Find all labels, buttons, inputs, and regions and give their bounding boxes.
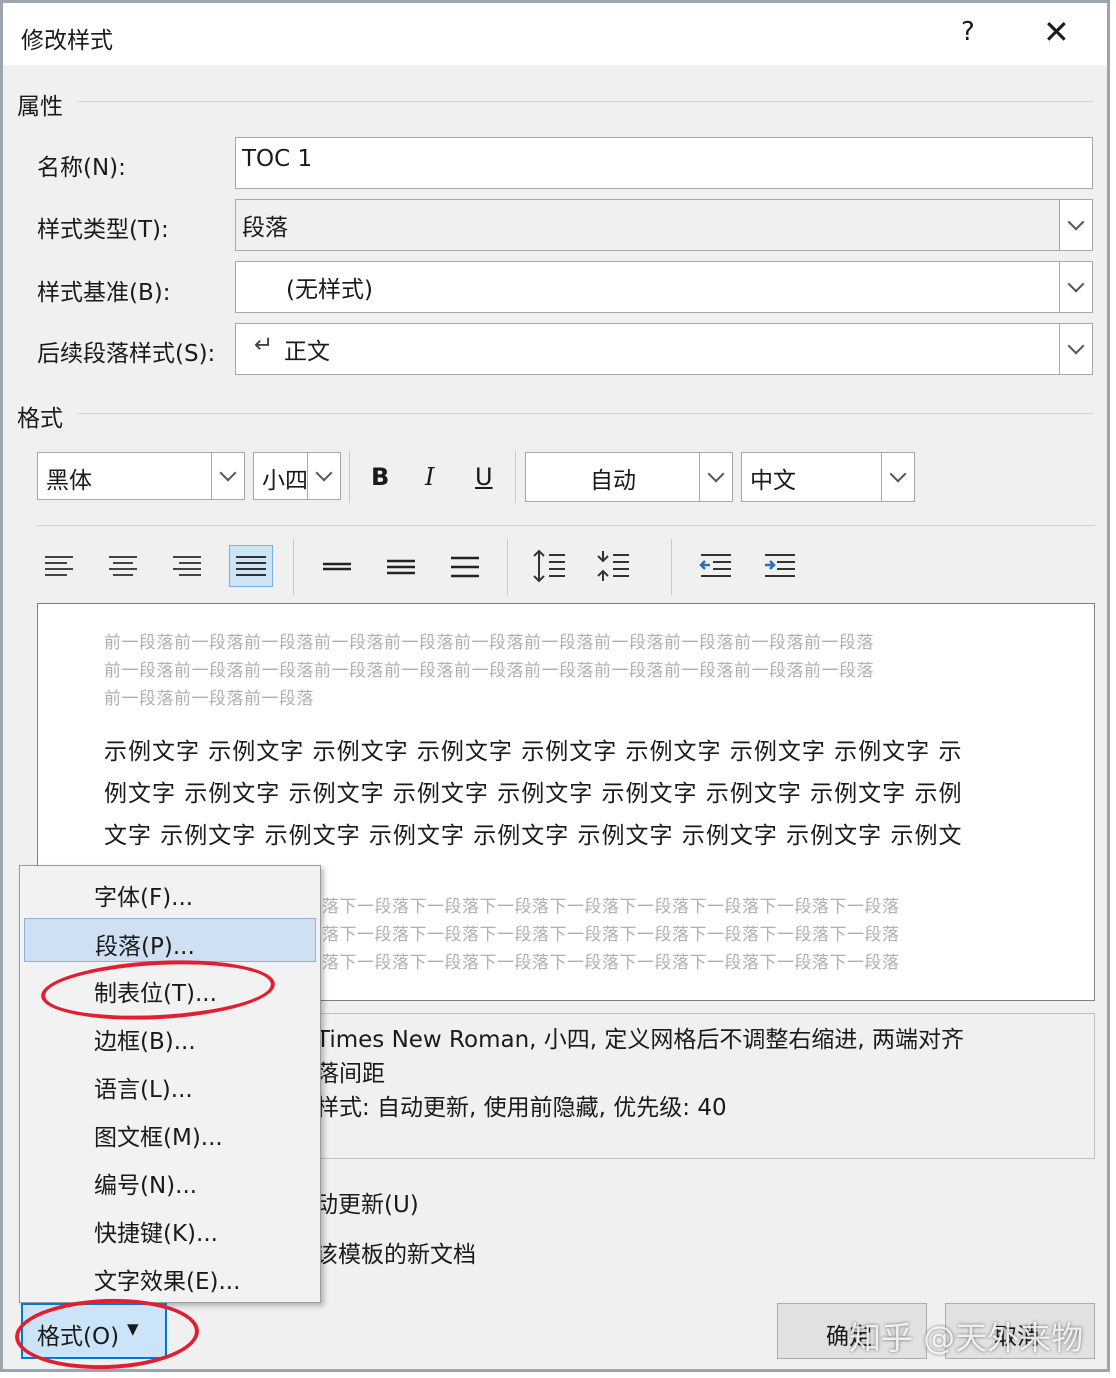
decrease-indent-icon[interactable] bbox=[693, 545, 737, 587]
space-before-icon[interactable] bbox=[527, 545, 571, 587]
next-paragraph-line: 落下一段落下一段落下一段落下一段落下一段落下一段落下一段落下一段落 bbox=[322, 897, 900, 917]
chevron-down-icon[interactable] bbox=[881, 453, 914, 501]
font-size-select[interactable]: 小四 bbox=[253, 452, 341, 500]
font-color-value: 自动 bbox=[590, 468, 636, 494]
double-spacing-icon[interactable] bbox=[443, 545, 487, 587]
menu-item-language[interactable]: 语言(L)... bbox=[24, 1062, 316, 1106]
italic-button[interactable]: I bbox=[425, 463, 434, 491]
align-right-icon[interactable] bbox=[163, 545, 207, 587]
help-button[interactable]: ? bbox=[961, 17, 975, 47]
previous-paragraph-line: 前一段落前一段落前一段落前一段落前一段落前一段落前一段落前一段落前一段落前一段落… bbox=[104, 661, 874, 681]
style-type-label: 样式类型(T): bbox=[37, 217, 169, 243]
font-value: 黑体 bbox=[46, 468, 92, 494]
style-based-on-value: (无样式) bbox=[286, 277, 373, 303]
dialog-title: 修改样式 bbox=[21, 28, 113, 54]
style-based-on-select[interactable]: (无样式) bbox=[235, 261, 1093, 313]
toolbar-separator bbox=[349, 451, 350, 503]
toolbar-separator bbox=[671, 539, 672, 595]
increase-indent-icon[interactable] bbox=[757, 545, 801, 587]
toolbar-separator bbox=[507, 539, 508, 595]
one-half-spacing-icon[interactable] bbox=[379, 545, 423, 587]
align-justify-icon[interactable] bbox=[229, 545, 273, 587]
new-documents-radio-label[interactable]: 该模板的新文档 bbox=[315, 1235, 476, 1269]
sample-text-line: 示例文字 示例文字 示例文字 示例文字 示例文字 示例文字 示例文字 示例文字 … bbox=[104, 739, 963, 765]
menu-item-label: 文字效果(E)... bbox=[94, 1269, 241, 1295]
next-style-select[interactable]: ↵ 正文 bbox=[235, 323, 1093, 375]
toolbar-divider bbox=[37, 525, 1095, 526]
menu-item-label: 边框(B)... bbox=[94, 1029, 196, 1055]
description-line: Times New Roman, 小四, 定义网格后不调整右缩进, 两端对齐 bbox=[316, 1027, 965, 1053]
toolbar-separator bbox=[515, 451, 516, 503]
menu-item-label: 字体(F)... bbox=[94, 885, 194, 911]
single-spacing-icon[interactable] bbox=[315, 545, 359, 587]
format-dropdown-menu: 字体(F)... 段落(P)... 制表位(T)... 边框(B)... 语言(… bbox=[19, 865, 321, 1303]
auto-update-checkbox-label[interactable]: 动更新(U) bbox=[315, 1185, 419, 1219]
sample-text-line: 例文字 示例文字 示例文字 示例文字 示例文字 示例文字 示例文字 示例文字 示… bbox=[104, 781, 963, 807]
font-size-value: 小四 bbox=[262, 468, 308, 494]
name-label: 名称(N): bbox=[37, 155, 126, 181]
menu-item-shortcut-key[interactable]: 快捷键(K)... bbox=[24, 1206, 316, 1250]
chevron-down-icon[interactable] bbox=[1059, 262, 1092, 312]
space-after-icon[interactable] bbox=[591, 545, 635, 587]
name-input[interactable]: TOC 1 bbox=[235, 137, 1093, 189]
paragraph-mark-icon: ↵ bbox=[254, 332, 274, 358]
properties-divider bbox=[77, 101, 1093, 102]
style-based-on-label: 样式基准(B): bbox=[37, 280, 171, 306]
bold-button[interactable]: B bbox=[371, 463, 389, 491]
description-line: 样式: 自动更新, 使用前隐藏, 优先级: 40 bbox=[316, 1095, 727, 1121]
previous-paragraph-line: 前一段落前一段落前一段落 bbox=[104, 689, 314, 709]
menu-item-border[interactable]: 边框(B)... bbox=[24, 1014, 316, 1058]
previous-paragraph-line: 前一段落前一段落前一段落前一段落前一段落前一段落前一段落前一段落前一段落前一段落… bbox=[104, 633, 874, 653]
menu-item-label: 快捷键(K)... bbox=[94, 1221, 218, 1247]
chevron-down-icon[interactable] bbox=[1059, 324, 1092, 374]
next-style-label: 后续段落样式(S): bbox=[37, 341, 216, 367]
menu-item-label: 编号(N)... bbox=[94, 1173, 198, 1199]
title-bar: 修改样式 ? ✕ bbox=[3, 3, 1107, 65]
align-center-icon[interactable] bbox=[101, 545, 145, 587]
font-select[interactable]: 黑体 bbox=[37, 452, 245, 500]
modify-style-dialog: 修改样式 ? ✕ 属性 名称(N): TOC 1 样式类型(T): 段落 样式基… bbox=[0, 0, 1110, 1373]
format-section-label: 格式 bbox=[17, 406, 63, 432]
menu-item-paragraph[interactable]: 段落(P)... bbox=[24, 918, 316, 962]
menu-item-frame[interactable]: 图文框(M)... bbox=[24, 1110, 316, 1154]
name-value: TOC 1 bbox=[242, 146, 313, 172]
close-button[interactable]: ✕ bbox=[1043, 13, 1070, 51]
menu-item-numbering[interactable]: 编号(N)... bbox=[24, 1158, 316, 1202]
font-color-select[interactable]: 自动 bbox=[525, 452, 733, 502]
chevron-down-icon[interactable] bbox=[699, 453, 732, 501]
menu-item-label: 语言(L)... bbox=[94, 1077, 193, 1103]
menu-item-label: 图文框(M)... bbox=[94, 1125, 223, 1151]
underline-button[interactable]: U bbox=[475, 463, 493, 491]
script-select[interactable]: 中文 bbox=[741, 452, 915, 502]
style-type-select[interactable]: 段落 bbox=[235, 199, 1093, 251]
menu-item-label: 段落(P)... bbox=[95, 934, 195, 960]
sample-text-line: 文字 示例文字 示例文字 示例文字 示例文字 示例文字 示例文字 示例文字 示例… bbox=[104, 823, 963, 849]
chevron-down-icon[interactable] bbox=[211, 453, 244, 499]
next-style-value: 正文 bbox=[284, 339, 330, 365]
next-paragraph-line: 落下一段落下一段落下一段落下一段落下一段落下一段落下一段落下一段落 bbox=[322, 953, 900, 973]
watermark: 知乎 @天外来物 bbox=[849, 1319, 1084, 1357]
menu-item-font[interactable]: 字体(F)... bbox=[24, 870, 316, 914]
menu-item-text-effects[interactable]: 文字效果(E)... bbox=[24, 1254, 316, 1298]
toolbar-separator bbox=[293, 539, 294, 595]
script-value: 中文 bbox=[750, 468, 796, 494]
chevron-down-icon[interactable] bbox=[1059, 200, 1092, 250]
properties-section-label: 属性 bbox=[17, 94, 63, 120]
format-divider bbox=[77, 413, 1093, 414]
style-type-value: 段落 bbox=[242, 215, 288, 241]
chevron-down-icon[interactable] bbox=[307, 453, 340, 499]
description-line: 落间距 bbox=[316, 1061, 385, 1087]
next-paragraph-line: 落下一段落下一段落下一段落下一段落下一段落下一段落下一段落下一段落 bbox=[322, 925, 900, 945]
align-left-icon[interactable] bbox=[39, 545, 83, 587]
